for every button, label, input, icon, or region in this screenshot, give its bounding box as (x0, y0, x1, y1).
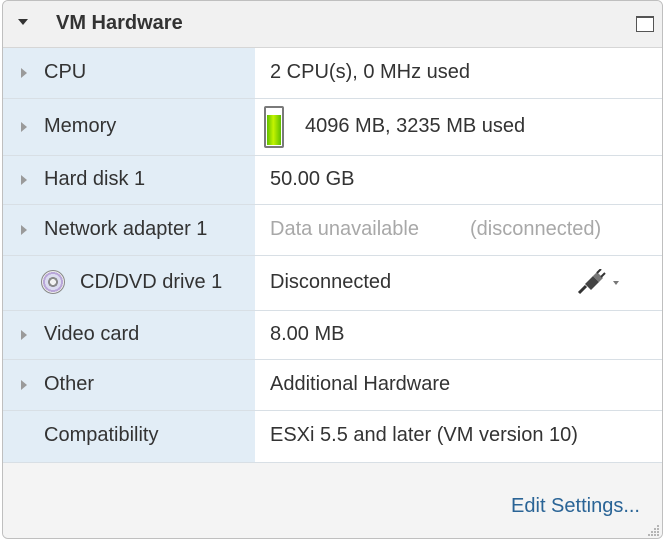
hardware-row-memory[interactable]: Memory 4096 MB, 3235 MB used (3, 99, 662, 156)
hardware-row-network-adapter[interactable]: Network adapter 1 Data unavailable (disc… (3, 205, 662, 256)
row-value: Additional Hardware (270, 373, 451, 395)
row-label: Other (44, 373, 95, 395)
hardware-row-video-card[interactable]: Video card 8.00 MB (3, 311, 662, 360)
row-label: Compatibility (44, 424, 159, 446)
row-value-cell: Data unavailable (disconnected) (255, 205, 662, 255)
row-value-cell: 8.00 MB (255, 311, 662, 359)
row-value: 50.00 GB (270, 168, 355, 190)
maximize-icon[interactable] (636, 16, 654, 32)
row-value-cell: 4096 MB, 3235 MB used (255, 99, 662, 155)
hardware-row-compatibility: Compatibility ESXi 5.5 and later (VM ver… (3, 411, 662, 463)
row-value-cell: 50.00 GB (255, 156, 662, 204)
hardware-row-hard-disk[interactable]: Hard disk 1 50.00 GB (3, 156, 662, 205)
hardware-row-other[interactable]: Other Additional Hardware (3, 360, 662, 411)
edit-settings-link[interactable]: Edit Settings... (511, 495, 640, 518)
row-label-cell: Hard disk 1 (3, 156, 255, 204)
row-label: CPU (44, 61, 87, 83)
row-value: ESXi 5.5 and later (VM version 10) (270, 424, 578, 446)
row-value: 2 CPU(s), 0 MHz used (270, 61, 471, 83)
row-label-cell: Other (3, 360, 255, 410)
row-label-cell: CD/DVD drive 1 (3, 256, 255, 310)
row-value: 8.00 MB (270, 323, 345, 345)
cd-dvd-icon (41, 270, 65, 294)
expand-arrow-icon[interactable] (21, 380, 27, 390)
row-label: Video card (44, 323, 140, 345)
row-label-cell: Compatibility (3, 411, 255, 462)
expand-arrow-icon[interactable] (21, 68, 27, 78)
hardware-row-cpu[interactable]: CPU 2 CPU(s), 0 MHz used (3, 48, 662, 99)
vm-hardware-panel: VM Hardware CPU 2 CPU(s), 0 MHz used Mem… (2, 0, 663, 539)
memory-usage-bar (264, 106, 284, 148)
panel-footer: Edit Settings... (3, 464, 662, 538)
row-value: Data unavailable (270, 218, 419, 240)
hardware-list: CPU 2 CPU(s), 0 MHz used Memory 4096 MB,… (3, 48, 662, 463)
row-label-cell: CPU (3, 48, 255, 98)
row-value-cell: 2 CPU(s), 0 MHz used (255, 48, 662, 98)
panel-title: VM Hardware (56, 12, 183, 34)
resize-grip-icon[interactable] (648, 524, 660, 536)
row-label: Memory (44, 115, 117, 137)
memory-usage-fill (267, 114, 281, 145)
row-label: Hard disk 1 (44, 168, 146, 190)
collapse-arrow-icon[interactable] (18, 19, 28, 25)
row-label: CD/DVD drive 1 (80, 271, 223, 293)
row-value-cell: Additional Hardware (255, 360, 662, 410)
row-label-cell: Network adapter 1 (3, 205, 255, 255)
expand-arrow-icon[interactable] (21, 225, 27, 235)
row-value-cell: ESXi 5.5 and later (VM version 10) (255, 411, 662, 462)
expand-arrow-icon[interactable] (21, 175, 27, 185)
expand-arrow-icon[interactable] (21, 122, 27, 132)
connect-plug-icon[interactable] (577, 269, 621, 295)
row-label-cell: Memory (3, 99, 255, 155)
row-label: Network adapter 1 (44, 218, 208, 240)
expand-arrow-icon[interactable] (21, 330, 27, 340)
connection-status: (disconnected) (470, 218, 602, 240)
row-value: 4096 MB, 3235 MB used (305, 115, 526, 137)
row-value: Disconnected (270, 271, 392, 293)
panel-header[interactable]: VM Hardware (3, 1, 662, 48)
row-value-cell: Disconnected (255, 256, 662, 310)
hardware-row-cd-dvd[interactable]: CD/DVD drive 1 Disconnected (3, 256, 662, 311)
row-label-cell: Video card (3, 311, 255, 359)
